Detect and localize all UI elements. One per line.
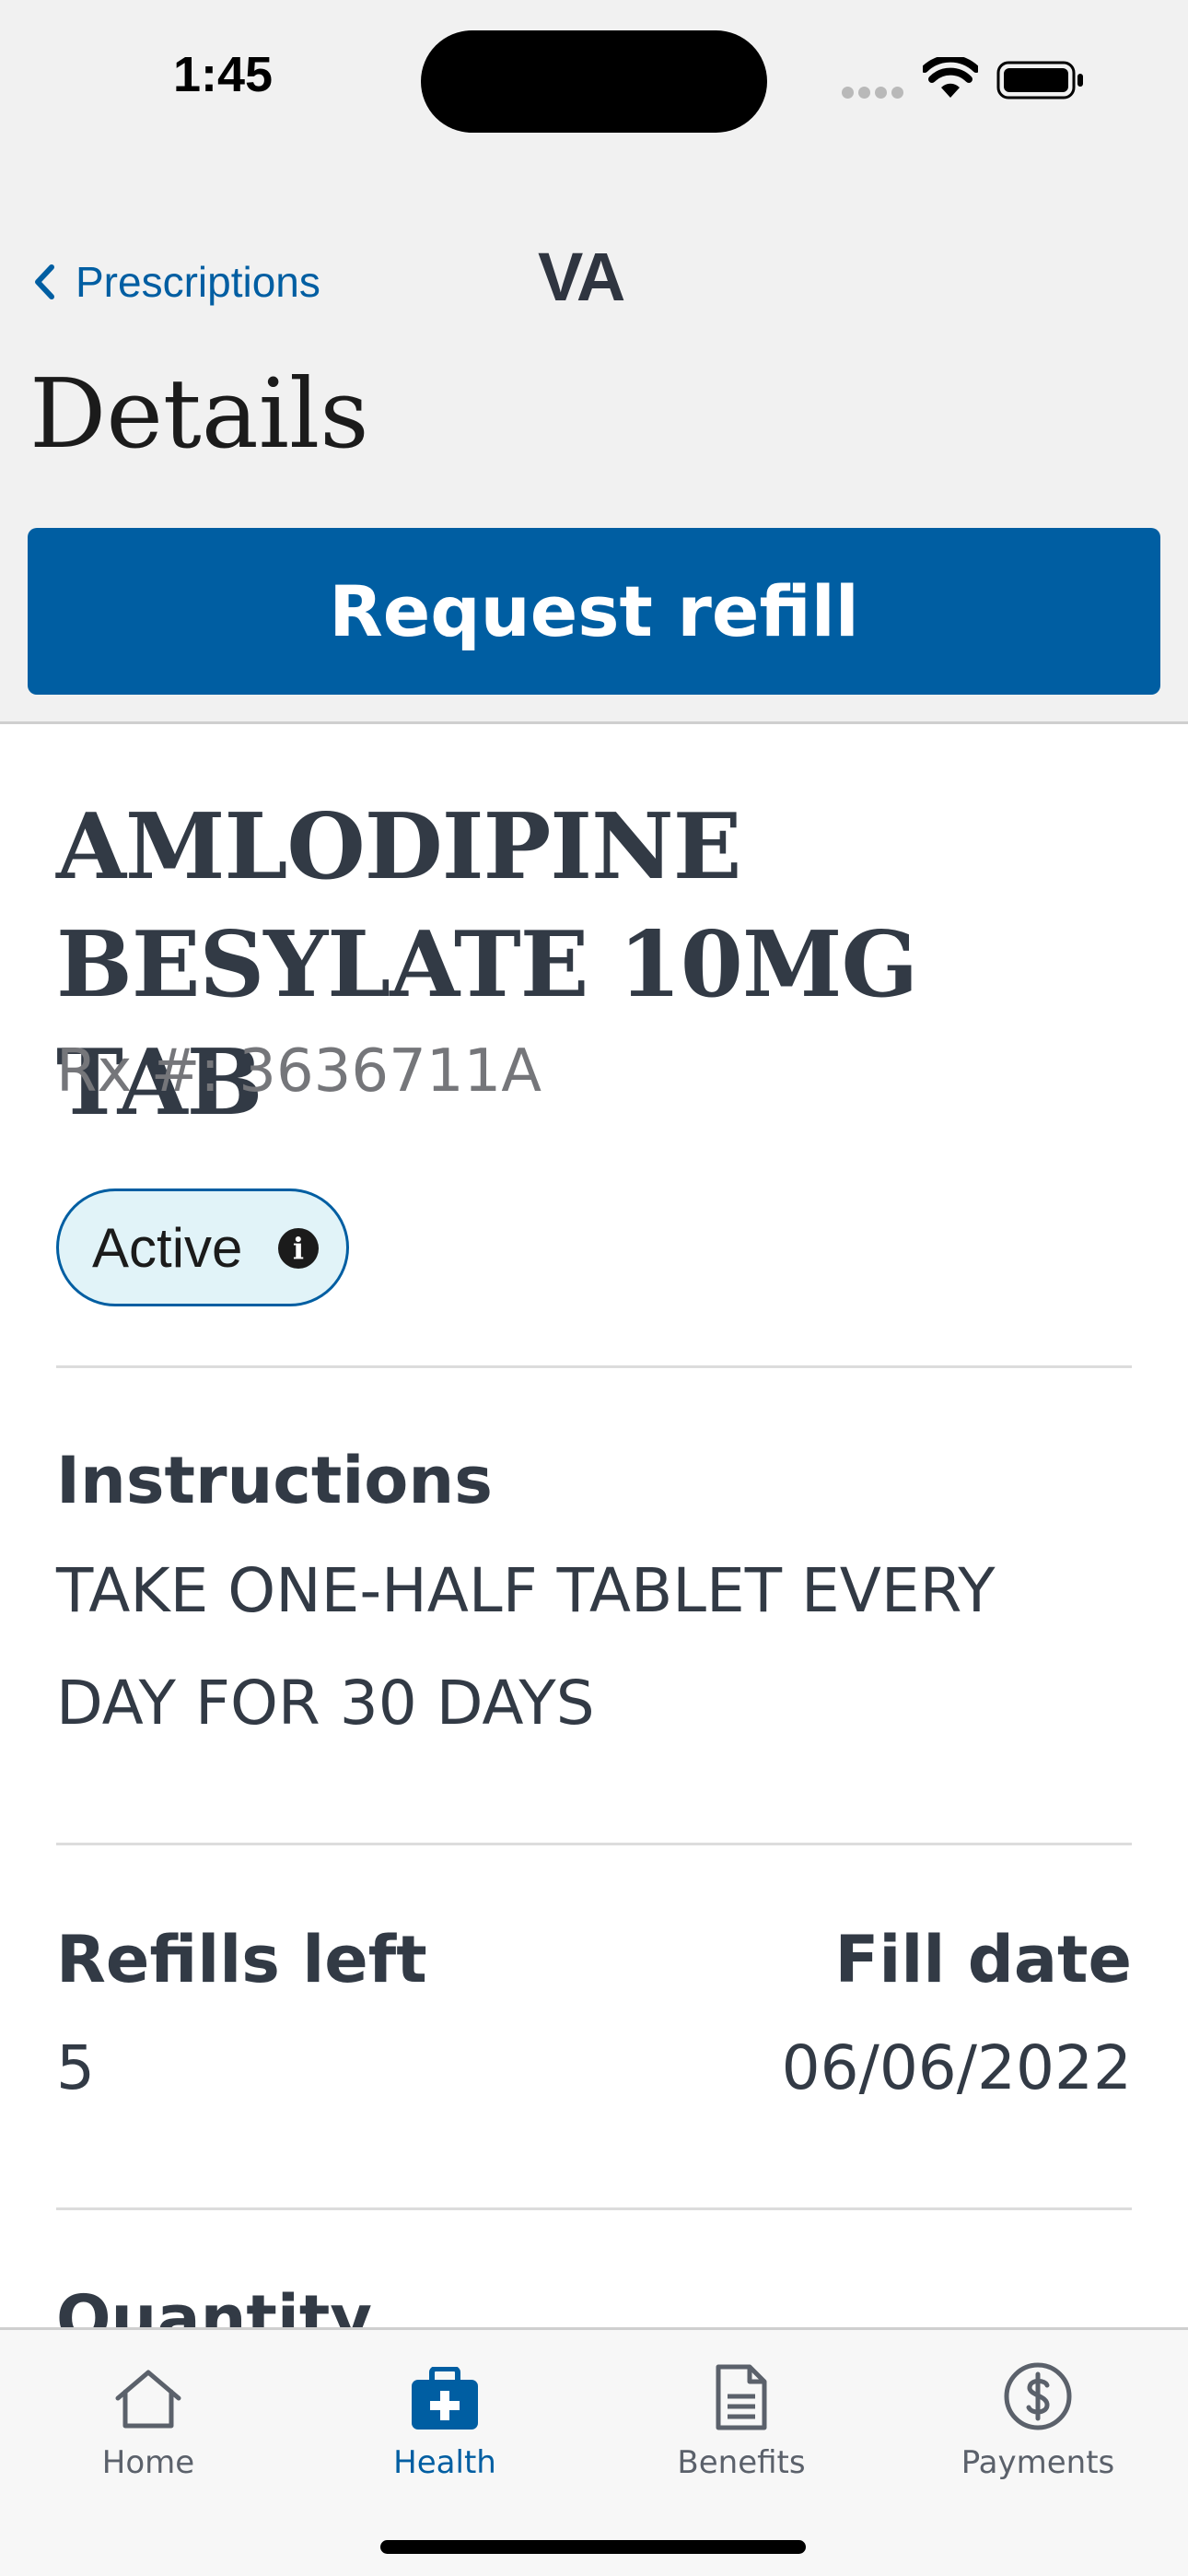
battery-icon xyxy=(996,61,1083,100)
tab-label: Benefits xyxy=(677,2444,806,2481)
refills-left-value: 5 xyxy=(56,2032,95,2103)
home-icon xyxy=(115,2370,181,2429)
tab-health[interactable]: Health xyxy=(297,2358,593,2481)
status-label: Active xyxy=(92,1216,243,1279)
status-time: 1:45 xyxy=(173,47,274,102)
info-icon[interactable]: i xyxy=(278,1228,319,1269)
signal-icon xyxy=(842,87,908,103)
page-title: Details xyxy=(29,357,369,470)
wifi-icon xyxy=(923,57,978,98)
header-area: 1:45 Prescriptions VA Details Request re… xyxy=(0,0,1188,724)
va-logo: VA xyxy=(538,239,625,315)
request-refill-button[interactable]: Request refill xyxy=(28,528,1160,695)
dynamic-island xyxy=(421,30,767,133)
status-badge[interactable]: Active i xyxy=(56,1188,349,1306)
fill-date-label: Fill date xyxy=(834,1922,1132,1997)
tab-label: Home xyxy=(101,2444,195,2481)
instructions-value: TAKE ONE-HALF TABLET EVERY DAY FOR 30 DA… xyxy=(56,1555,996,1739)
medical-kit-icon xyxy=(412,2367,478,2430)
refills-left-label: Refills left xyxy=(56,1922,427,1997)
tab-payments[interactable]: Payments xyxy=(890,2358,1186,2481)
divider xyxy=(56,2207,1132,2210)
tab-label: Payments xyxy=(961,2444,1115,2481)
fill-date-value: 06/06/2022 xyxy=(781,2032,1132,2103)
divider xyxy=(56,1843,1132,1845)
tab-benefits[interactable]: Benefits xyxy=(593,2358,890,2481)
tab-bar: Home Health Benefits Payments xyxy=(0,2327,1188,2576)
rx-number: Rx #: 3636711A xyxy=(56,1037,542,1106)
back-button[interactable]: Prescriptions xyxy=(33,252,320,311)
back-label: Prescriptions xyxy=(76,258,320,306)
tab-label: Health xyxy=(393,2444,496,2481)
chevron-left-icon xyxy=(35,264,54,299)
divider xyxy=(56,1365,1132,1368)
home-indicator[interactable] xyxy=(380,2540,806,2554)
dollar-icon xyxy=(1004,2362,1072,2430)
document-icon xyxy=(716,2364,767,2430)
tab-home[interactable]: Home xyxy=(0,2358,297,2481)
instructions-label: Instructions xyxy=(56,1443,493,1518)
